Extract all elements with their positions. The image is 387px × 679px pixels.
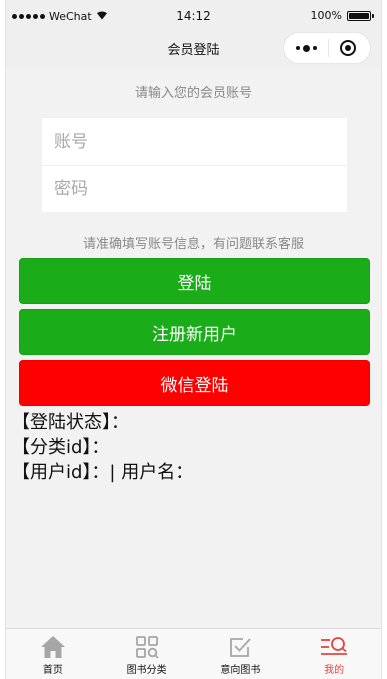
login-prompt: 请输入您的会员账号: [134, 86, 252, 101]
battery-percent: 100%: [310, 9, 342, 22]
more-menu-icon[interactable]: [296, 44, 317, 52]
account-field-row: [42, 118, 347, 165]
password-field-row: [42, 165, 347, 212]
tab-category-label: 图书分类: [126, 665, 167, 676]
navigation-bar: 会员登陆: [6, 30, 381, 68]
phone-screen: WeChat 14:12 100% 会员登陆 请输入您的会员账号 账号 请准确填…: [5, 0, 382, 679]
tab-mine[interactable]: 我的: [287, 629, 381, 679]
battery-icon: [347, 10, 374, 21]
status-bar: WeChat 14:12 100%: [6, 0, 381, 30]
category-grid-icon: [133, 634, 161, 660]
tab-wishlist[interactable]: 意向图书: [194, 629, 288, 679]
tab-home-label: 首页: [42, 665, 63, 676]
profile-search-icon: [320, 634, 348, 660]
account-input[interactable]: [54, 131, 347, 152]
close-miniprogram-icon[interactable]: [340, 40, 356, 56]
status-right: 100%: [310, 9, 374, 22]
tab-mine-label: 我的: [324, 665, 345, 676]
user-info-text: 【用户id】：| 用户名：: [12, 462, 194, 483]
tab-wishlist-label: 意向图书: [220, 665, 261, 676]
password-input[interactable]: [54, 179, 347, 199]
login-status-text: 【登陆状态】：: [12, 412, 129, 433]
login-button[interactable]: 登陆: [19, 258, 370, 304]
register-button[interactable]: 注册新用户: [19, 309, 370, 355]
capsule-divider: [328, 39, 329, 57]
category-id-text: 【分类id】：: [12, 437, 110, 458]
miniprogram-capsule: [283, 32, 371, 64]
tab-home[interactable]: 首页: [6, 629, 100, 679]
login-form: [42, 118, 347, 212]
wechat-login-button[interactable]: 微信登陆: [19, 360, 370, 406]
tab-category[interactable]: 图书分类: [100, 629, 194, 679]
checkbox-icon: [226, 634, 254, 660]
login-hint: 请准确填写账号信息，有问题联系客服: [82, 237, 304, 252]
tab-bar: 首页 图书分类 意向图书 我的: [6, 628, 381, 679]
home-icon: [39, 634, 67, 660]
